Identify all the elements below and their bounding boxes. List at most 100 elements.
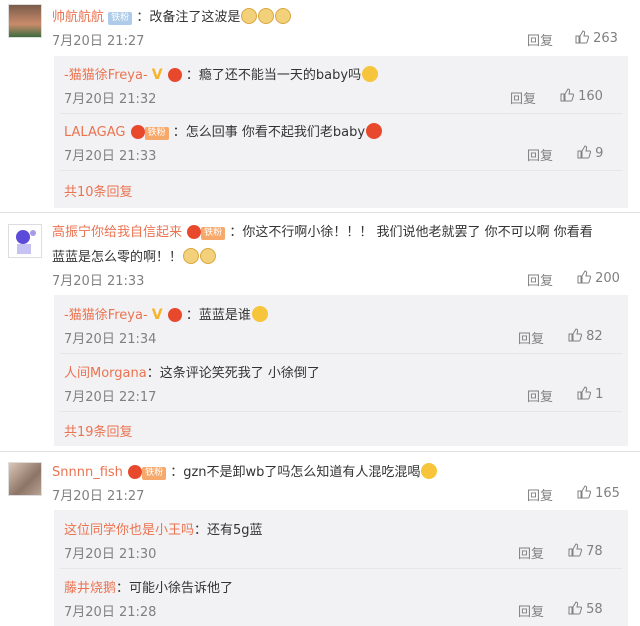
reply-button[interactable]: 回复	[527, 386, 553, 405]
like-count: 58	[586, 602, 603, 617]
like-button[interactable]: 1	[577, 386, 603, 402]
fan-badge: 铁粉	[142, 467, 167, 480]
username-link[interactable]: 帅航航航	[52, 10, 104, 25]
timestamp: 7月20日 21:28	[64, 605, 157, 620]
level-icon	[167, 68, 182, 82]
thumbs-up-icon	[568, 543, 582, 557]
username-link[interactable]: LALAGAG	[64, 125, 125, 140]
comment-body: 高振宁你给我自信起来 铁粉 ：你这不行啊小徐！！！ 我们说他老就罢了 你不可以啊…	[52, 221, 593, 240]
reply-button[interactable]: 回复	[518, 328, 544, 347]
like-button[interactable]: 263	[575, 30, 618, 46]
avatar[interactable]	[8, 224, 42, 258]
cat-emoji-icon	[183, 248, 200, 264]
like-count: 160	[578, 89, 603, 104]
like-count: 200	[595, 271, 620, 286]
avatar[interactable]	[8, 4, 42, 38]
timestamp: 7月20日 21:34	[64, 332, 157, 347]
comment-text: ：你这不行啊小徐！！！ 我们说他老就罢了 你不可以啊 你看看	[229, 225, 593, 240]
thumbs-up-icon	[560, 88, 574, 102]
like-button[interactable]: 82	[568, 328, 603, 344]
like-button[interactable]: 9	[577, 145, 603, 161]
reply-text: ：瘾了还不能当一天的baby吗	[185, 68, 362, 83]
timestamp: 7月20日 22:17	[64, 390, 157, 405]
thumbs-up-icon	[577, 145, 591, 159]
reply-text: ：这条评论笑死我了 小徐倒了	[146, 366, 320, 381]
vip-v-icon: V	[151, 67, 163, 83]
reply-button[interactable]: 回复	[527, 145, 553, 164]
divider	[60, 170, 622, 171]
thumbs-up-icon	[577, 386, 591, 400]
more-replies-link[interactable]: 共19条回复	[64, 421, 133, 440]
vip-v-icon: V	[151, 307, 163, 323]
thumbs-up-icon	[577, 270, 591, 284]
comment-body: Snnnn_fish 铁粉 ：gzn不是卸wb了吗怎么知道有人混吃混喝	[52, 461, 438, 480]
username-link[interactable]: 人间Morgana	[64, 366, 147, 381]
like-count: 165	[595, 486, 620, 501]
timestamp: 7月20日 21:27	[52, 34, 145, 49]
like-button[interactable]: 78	[568, 543, 603, 559]
like-count: 1	[595, 387, 604, 402]
comment-divider	[0, 212, 640, 213]
reply-item: 这位同学你也是小王吗：还有5g蓝	[64, 519, 263, 538]
face-emoji-icon	[251, 306, 268, 322]
reply-text: ：蓝蓝是谁	[185, 308, 251, 323]
username-link[interactable]: Snnnn_fish	[52, 465, 123, 480]
reply-item: 人间Morgana：这条评论笑死我了 小徐倒了	[64, 362, 320, 381]
like-button[interactable]: 200	[577, 270, 620, 286]
divider	[60, 113, 622, 114]
cat-emoji-icon	[241, 8, 258, 24]
reply-button[interactable]: 回复	[510, 88, 536, 107]
comment-text: 蓝蓝是怎么零的啊！！	[52, 250, 183, 265]
username-link[interactable]: -猫猫徐Freya-	[64, 308, 148, 323]
like-button[interactable]: 58	[568, 601, 603, 617]
reply-item: -猫猫徐Freya- V ：蓝蓝是谁	[64, 304, 268, 323]
angry-emoji-icon	[366, 123, 383, 139]
like-button[interactable]: 165	[577, 485, 620, 501]
username-link[interactable]: 高振宁你给我自信起来	[52, 225, 182, 240]
divider	[60, 568, 622, 569]
reply-button[interactable]: 回复	[518, 543, 544, 562]
reply-item: LALAGAG 铁粉 ：怎么回事 你看不起我们老baby	[64, 121, 383, 140]
divider	[60, 353, 622, 354]
level-icon	[167, 308, 182, 322]
comment-divider	[0, 451, 640, 452]
level-icon	[130, 125, 145, 139]
avatar[interactable]	[8, 462, 42, 496]
reply-item: -猫猫徐Freya- V ：瘾了还不能当一天的baby吗	[64, 64, 379, 83]
cat-emoji-icon	[258, 8, 275, 24]
timestamp: 7月20日 21:33	[52, 274, 145, 289]
comment-body: 帅航航航 铁粉 ：改备注了这波是	[52, 6, 292, 25]
divider	[60, 411, 622, 412]
like-count: 78	[586, 544, 603, 559]
more-replies-link[interactable]: 共10条回复	[64, 181, 133, 200]
face-emoji-icon	[421, 463, 438, 479]
level-icon	[187, 225, 202, 239]
username-link[interactable]: 这位同学你也是小王吗	[64, 523, 194, 538]
thumbs-up-icon	[568, 328, 582, 342]
reply-button[interactable]: 回复	[527, 270, 553, 289]
face-emoji-icon	[362, 66, 379, 82]
comment-text: ：改备注了这波是	[136, 10, 241, 25]
reply-button[interactable]: 回复	[527, 30, 553, 49]
reply-button[interactable]: 回复	[527, 485, 553, 504]
cat-emoji-icon	[275, 8, 292, 24]
username-link[interactable]: -猫猫徐Freya-	[64, 68, 148, 83]
username-link[interactable]: 藤井烧鹅	[64, 581, 116, 596]
fan-badge: 铁粉	[108, 12, 133, 25]
like-button[interactable]: 160	[560, 88, 603, 104]
avatar-image	[16, 230, 36, 254]
reply-button[interactable]: 回复	[518, 601, 544, 620]
thumbs-up-icon	[568, 601, 582, 615]
like-count: 263	[593, 31, 618, 46]
thumbs-up-icon	[575, 30, 589, 44]
timestamp: 7月20日 21:32	[64, 92, 157, 107]
thumbs-up-icon	[577, 485, 591, 499]
fan-badge: 铁粉	[144, 127, 169, 140]
cat-emoji-icon	[200, 248, 217, 264]
timestamp: 7月20日 21:30	[64, 547, 157, 562]
reply-text: ：还有5g蓝	[194, 523, 263, 538]
fan-badge: 铁粉	[201, 227, 226, 240]
comment-body-line2: 蓝蓝是怎么零的啊！！	[52, 246, 217, 265]
timestamp: 7月20日 21:33	[64, 149, 157, 164]
reply-text: ：可能小徐告诉他了	[116, 581, 234, 596]
